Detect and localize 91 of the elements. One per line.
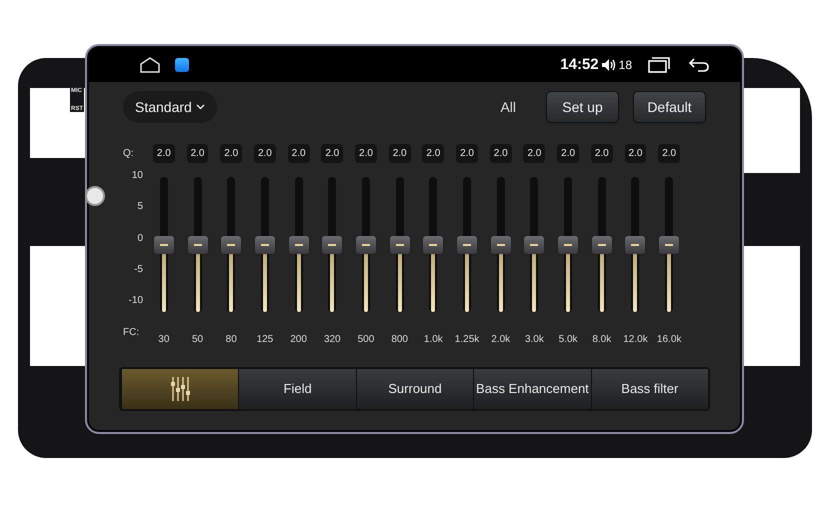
volume-level: 18: [618, 57, 632, 74]
toolbar-button[interactable]: Default: [633, 91, 706, 123]
slider-thumb[interactable]: [356, 236, 376, 254]
chevron-down-icon: [196, 104, 205, 110]
q-value[interactable]: 2.0: [658, 144, 680, 163]
frequency-label: 320: [324, 333, 341, 347]
q-value[interactable]: 2.0: [288, 144, 310, 163]
slider-thumb[interactable]: [322, 236, 342, 254]
q-value[interactable]: 2.0: [220, 144, 242, 163]
slider-thumb[interactable]: [423, 236, 444, 254]
slider[interactable]: [356, 177, 376, 312]
slider-thumb[interactable]: [188, 236, 208, 254]
equalizer-icon: [170, 376, 190, 402]
slider[interactable]: [390, 177, 410, 312]
q-value[interactable]: 2.0: [254, 144, 276, 163]
q-value[interactable]: 2.0: [590, 144, 613, 163]
q-value[interactable]: 2.0: [490, 144, 512, 163]
clock-time: 14:52: [560, 54, 599, 75]
slider[interactable]: [254, 177, 275, 312]
slider-thumb[interactable]: [659, 236, 680, 254]
slider[interactable]: [592, 177, 612, 312]
slider-thumb[interactable]: [154, 236, 174, 254]
q-value[interactable]: 2.0: [456, 144, 478, 163]
app-icon[interactable]: [175, 58, 189, 72]
frequency-label: 12.0k: [623, 333, 648, 347]
slider[interactable]: [524, 177, 544, 312]
slider[interactable]: [659, 177, 680, 312]
volume-icon[interactable]: [600, 58, 617, 72]
q-value[interactable]: 2.0: [152, 144, 175, 163]
frequency-label: 1.25k: [454, 333, 480, 347]
frequency-label: 2.0k: [491, 333, 510, 347]
frequency-label: 50: [192, 333, 204, 347]
q-value[interactable]: 2.0: [422, 144, 444, 163]
slider[interactable]: [288, 177, 309, 312]
slider[interactable]: [490, 177, 511, 312]
slider-thumb[interactable]: [390, 236, 410, 254]
equalizer-tab[interactable]: [121, 369, 238, 409]
slider[interactable]: [221, 177, 242, 312]
equalizer-tab[interactable]: Bass filter: [590, 369, 708, 409]
slider[interactable]: [558, 177, 578, 312]
floating-button[interactable]: [85, 186, 105, 206]
slider[interactable]: [457, 177, 478, 312]
preset-dropdown[interactable]: Standard: [123, 91, 217, 123]
frequency-label: 16.0k: [656, 333, 682, 347]
toolbar-button[interactable]: Set up: [546, 91, 619, 123]
scale-label: -10: [128, 296, 143, 306]
slider[interactable]: [154, 177, 174, 312]
slider[interactable]: [423, 177, 444, 312]
frequency-label: 3.0k: [524, 333, 544, 347]
q-value[interactable]: 2.0: [186, 144, 208, 163]
back-icon[interactable]: [688, 57, 710, 73]
slider[interactable]: [188, 177, 208, 312]
scale-label: -5: [134, 264, 143, 275]
q-value[interactable]: 2.0: [355, 144, 377, 163]
frequency-label: 8.0k: [592, 333, 612, 347]
frequency-label: 200: [290, 333, 307, 347]
frequency-label: 500: [358, 333, 374, 347]
scale-label: 0: [137, 234, 143, 244]
slider-thumb[interactable]: [558, 236, 578, 254]
vent-cutout: [30, 88, 86, 158]
fc-label: FC:: [123, 326, 140, 340]
slider-thumb[interactable]: [625, 236, 646, 254]
equalizer-tab[interactable]: Field: [238, 369, 356, 409]
slider-thumb[interactable]: [221, 236, 242, 254]
scope-label: All: [500, 98, 516, 116]
q-value[interactable]: 2.0: [557, 144, 580, 163]
frequency-label: 125: [256, 333, 274, 347]
q-value[interactable]: 2.0: [624, 144, 646, 163]
frequency-label: 30: [158, 333, 170, 347]
recent-apps-icon[interactable]: [648, 57, 670, 73]
slider-thumb[interactable]: [490, 236, 511, 254]
frequency-label: 1.0k: [424, 333, 443, 347]
q-value[interactable]: 2.0: [523, 144, 546, 163]
equalizer-tab[interactable]: Surround: [356, 369, 474, 409]
q-label: Q:: [123, 147, 134, 161]
scale-label: 5: [137, 202, 143, 212]
home-icon[interactable]: [139, 57, 161, 73]
frequency-label: 5.0k: [558, 333, 578, 347]
slider[interactable]: [322, 177, 342, 312]
equalizer-tab[interactable]: Bass Enhancement: [473, 369, 591, 409]
slider[interactable]: [625, 177, 646, 312]
slider-thumb[interactable]: [254, 236, 275, 254]
scale-label: 10: [132, 171, 143, 181]
frequency-label: 800: [391, 333, 408, 347]
frequency-label: 80: [226, 333, 237, 347]
slider-thumb[interactable]: [457, 236, 478, 254]
slider-thumb[interactable]: [524, 236, 544, 254]
slider-thumb[interactable]: [592, 236, 612, 254]
q-value[interactable]: 2.0: [321, 144, 344, 163]
q-value[interactable]: 2.0: [388, 144, 411, 163]
slider-thumb[interactable]: [288, 236, 309, 254]
